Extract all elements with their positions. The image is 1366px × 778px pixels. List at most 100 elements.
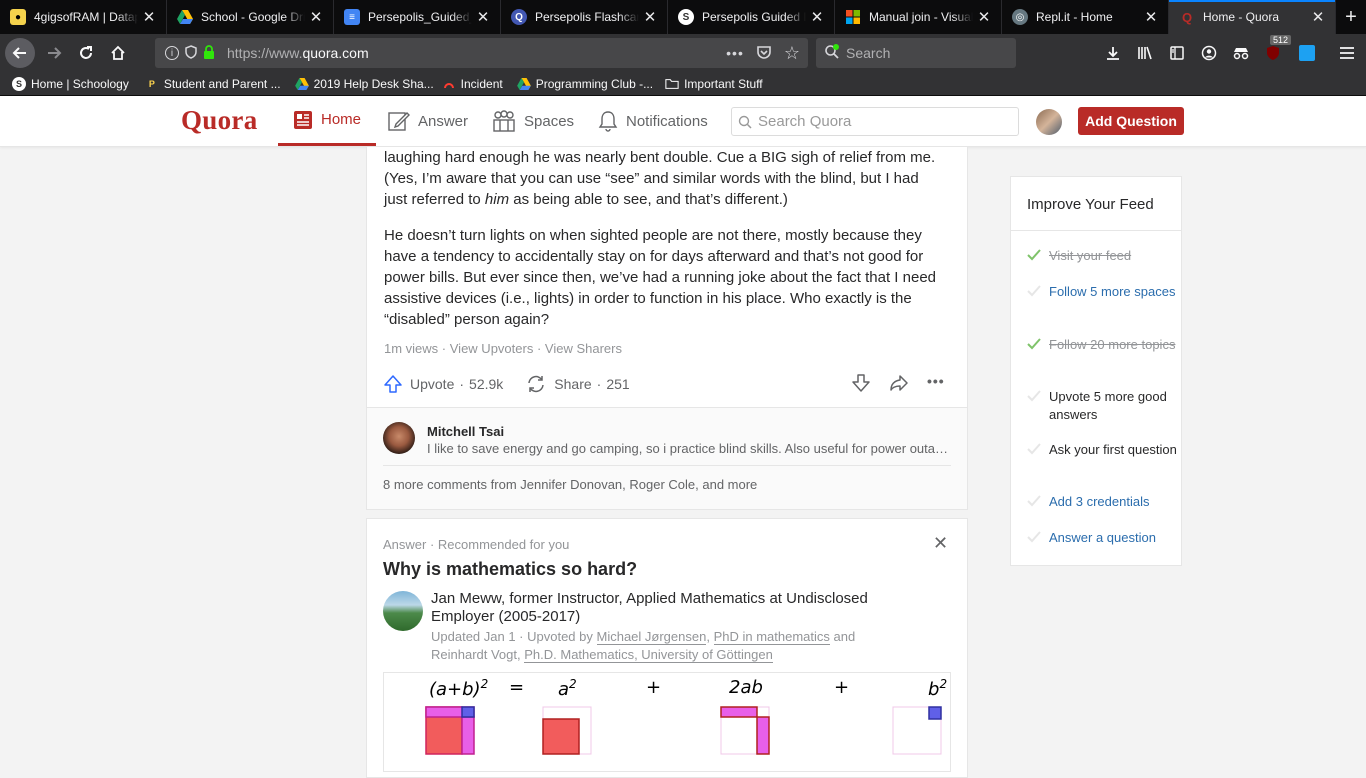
upvote-button[interactable]: Upvote · 52.9k [383,374,503,394]
share-count: 251 [606,376,630,392]
pocket-icon[interactable] [756,44,772,63]
tab-google-docs[interactable]: ≡ Persepolis_Guided_R✕ [334,0,501,34]
nav-answer[interactable]: Answer [388,96,468,146]
formula-plus: + [834,677,850,698]
tab-replit[interactable]: ◎ Repl.it - Home ✕ [1002,0,1169,34]
answer-action-bar: Upvote · 52.9k Share · 251 [383,373,630,395]
new-tab-button[interactable]: + [1336,0,1366,34]
nav-home[interactable]: Home [278,96,377,146]
check-icon [1027,441,1049,459]
exponent: 2 [939,677,948,691]
more-comments-link[interactable]: 8 more comments from Jennifer Donovan, R… [383,477,757,492]
bookmark-incident[interactable]: Incident [442,77,503,91]
nav-spaces[interactable]: Spaces [492,96,574,146]
upvoter-credential-link[interactable]: Ph.D. Mathematics, University of Götting… [524,647,773,663]
tab-microsoft[interactable]: Manual join - Visual ✕ [835,0,1002,34]
feed-task-label: Follow 20 more topics [1049,337,1176,352]
forward-button[interactable] [39,38,69,68]
tracking-shield-icon[interactable] [185,44,197,62]
url-bar[interactable]: i https://www.quora.com ••• ☆ [155,38,808,68]
close-icon[interactable]: ✕ [933,533,948,554]
answer-line: laughing hard enough he was nearly bent … [384,149,936,166]
share-button[interactable]: Share · 251 [525,374,630,394]
google-drive-icon [294,77,309,91]
home-feed-icon [293,110,313,130]
extension-blue-icon[interactable] [1292,38,1322,68]
bookmark-programming-club[interactable]: Programming Club -... [516,77,653,91]
tab-schoology[interactable]: S Persepolis Guided R ✕ [668,0,835,34]
bookmark-star-icon[interactable]: ☆ [784,43,800,64]
close-tab-icon[interactable]: ✕ [138,8,160,26]
info-icon[interactable]: i [165,46,179,60]
commenter-name[interactable]: Mitchell Tsai [427,424,504,439]
bookmark-powerschool[interactable]: P Student and Parent ... [145,77,281,91]
view-upvoters-link[interactable]: View Upvoters [450,341,534,356]
tab-google-drive[interactable]: School - Google Driv ✕ [167,0,334,34]
term-base: b [928,679,940,700]
bookmark-label: Incident [460,76,503,91]
tab-datap[interactable]: ● 4gigsofRAM | Datap ✕ [0,0,167,34]
account-icon[interactable] [1194,38,1224,68]
tab-title: Repl.it - Home [1036,10,1113,24]
answer-image[interactable]: (a+b)2 = a2 + 2ab + b2 [383,672,951,772]
ublock-icon[interactable]: 512 [1258,35,1292,68]
browser-search-bar[interactable]: Search [816,38,1016,68]
user-avatar[interactable] [1036,109,1062,135]
download-icon[interactable] [1098,38,1128,68]
bookmark-important-stuff[interactable]: Important Stuff [665,77,763,91]
close-tab-icon[interactable]: ✕ [973,8,995,26]
separator: , [706,629,714,644]
close-tab-icon[interactable]: ✕ [472,8,494,26]
commenter-avatar[interactable] [383,422,415,454]
feed-task-ask-question[interactable]: Ask your first question [1027,441,1177,459]
more-options-icon[interactable]: ••• [927,373,945,389]
google-drive-icon [177,9,193,25]
feed-task-answer-question[interactable]: Answer a question [1027,529,1177,547]
comment-text[interactable]: I like to save energy and go camping, so… [427,441,952,456]
upvoter-credential-link[interactable]: PhD in mathematics [713,629,830,645]
extension-incognito-icon[interactable] [1226,38,1256,68]
feed-task-upvote-answers[interactable]: Upvote 5 more good answers [1027,388,1177,424]
square-diagram [425,706,942,755]
formula-equals: = [509,677,525,698]
author-avatar[interactable] [383,591,423,631]
feed-task-follow-spaces[interactable]: Follow 5 more spaces [1027,283,1177,301]
back-button[interactable] [5,38,35,68]
check-icon [1027,336,1049,354]
home-icon[interactable] [103,38,133,68]
close-tab-icon[interactable]: ✕ [1307,8,1329,26]
add-question-button[interactable]: Add Question [1078,107,1184,135]
menu-icon[interactable] [1332,38,1362,68]
url-domain: quora.com [302,45,369,61]
quora-search-input[interactable]: Search Quora [731,107,1019,136]
page-actions-icon[interactable]: ••• [726,45,744,61]
feed-task-visit-feed[interactable]: Visit your feed [1027,247,1177,265]
lock-icon[interactable] [203,44,215,62]
downvote-icon[interactable] [851,373,871,398]
tab-quora[interactable]: Q Home - Quora ✕ [1169,0,1336,34]
quora-logo[interactable]: Quora [181,105,258,136]
feed-task-label: Upvote 5 more good answers [1049,389,1167,422]
feed-task-follow-topics[interactable]: Follow 20 more topics [1027,336,1177,354]
bookmark-schoology[interactable]: S Home | Schoology [12,76,129,91]
close-tab-icon[interactable]: ✕ [639,8,661,26]
question-title[interactable]: Why is mathematics so hard? [383,559,637,580]
upvoter-link[interactable]: Michael Jørgensen [596,629,707,645]
library-icon[interactable] [1130,38,1160,68]
close-tab-icon[interactable]: ✕ [305,8,327,26]
view-sharers-link[interactable]: View Sharers [545,341,622,356]
author-credential[interactable]: Jan Meww, former Instructor, Applied Mat… [431,590,911,626]
bookmark-label: Student and Parent ... [163,76,281,91]
share-arrow-icon[interactable] [889,373,909,398]
bookmark-help-desk[interactable]: 2019 Help Desk Sha... [294,77,434,91]
nav-notifications[interactable]: Notifications [598,96,708,146]
sidebar-icon[interactable] [1162,38,1192,68]
close-tab-icon[interactable]: ✕ [1140,8,1162,26]
improve-feed-title: Improve Your Feed [1011,177,1181,231]
close-tab-icon[interactable]: ✕ [806,8,828,26]
feed-task-add-credentials[interactable]: Add 3 credentials [1027,493,1177,511]
folder-icon [665,77,679,91]
tab-quizlet[interactable]: Q Persepolis Flashcard ✕ [501,0,668,34]
reload-icon[interactable] [71,38,101,68]
check-icon [1027,283,1049,301]
